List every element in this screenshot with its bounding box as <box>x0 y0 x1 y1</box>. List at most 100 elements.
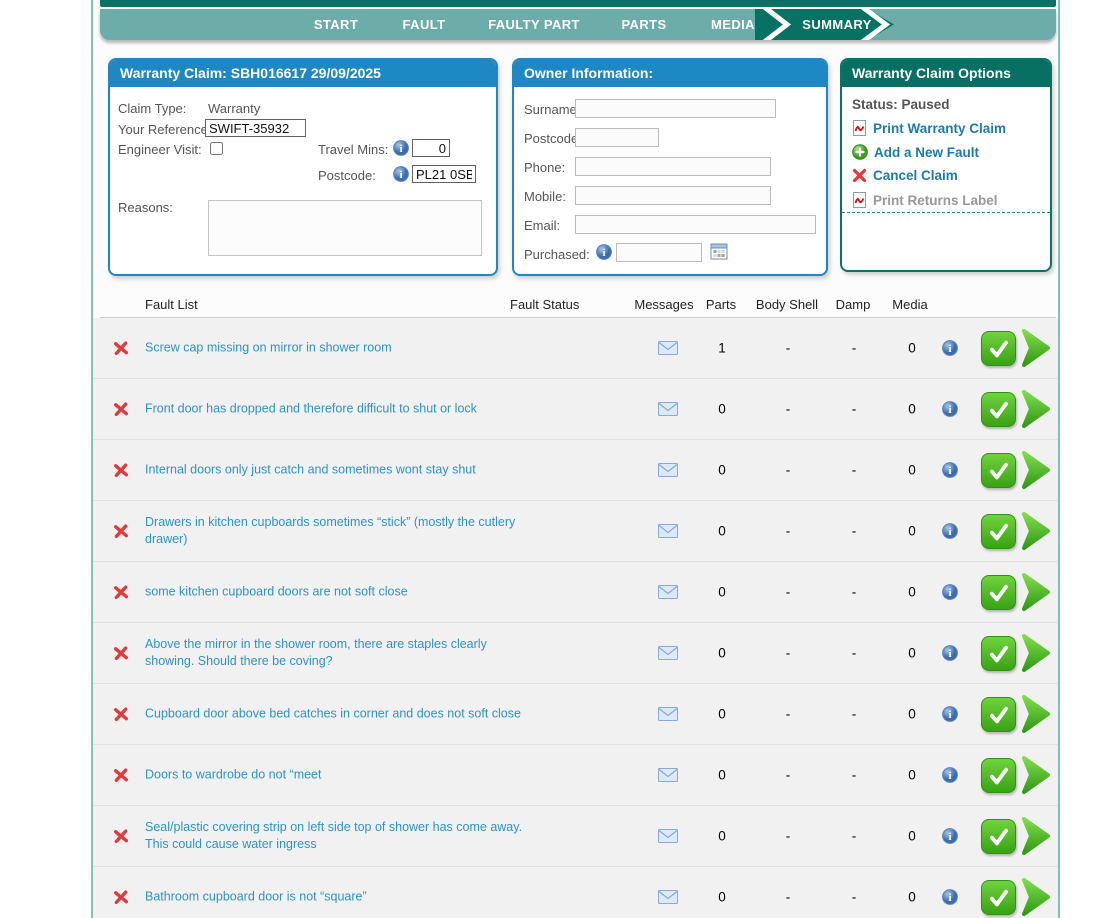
damp-value: - <box>852 463 857 478</box>
nav-step-parts[interactable]: PARTS <box>621 17 666 32</box>
open-fault-button[interactable] <box>1021 755 1051 795</box>
info-icon[interactable]: i <box>942 645 958 661</box>
fault-link[interactable]: Drawers in kitchen cupboards sometimes “… <box>145 514 523 548</box>
open-fault-button[interactable] <box>1021 877 1051 917</box>
delete-fault-icon[interactable] <box>113 340 129 356</box>
fault-link[interactable]: some kitchen cupboard doors are not soft… <box>145 584 523 601</box>
fault-link[interactable]: Internal doors only just catch and somet… <box>145 462 523 479</box>
print-warranty-claim-link[interactable]: Print Warranty Claim <box>852 120 1006 136</box>
complete-fault-button[interactable] <box>981 697 1016 732</box>
owner-postcode-input[interactable] <box>575 128 659 147</box>
header-bottom-strip <box>100 0 1056 7</box>
delete-fault-icon[interactable] <box>113 706 129 722</box>
info-icon[interactable]: i <box>942 340 958 356</box>
reasons-textarea[interactable] <box>208 200 482 256</box>
your-reference-input[interactable] <box>205 119 306 137</box>
travel-mins-info-icon[interactable]: i <box>393 140 409 156</box>
claim-status-text: Status: Paused <box>852 97 950 112</box>
messages-icon[interactable] <box>658 768 678 782</box>
checkmark-icon <box>987 886 1011 910</box>
purchased-input[interactable] <box>616 243 702 262</box>
mobile-input[interactable] <box>575 186 771 205</box>
open-fault-button[interactable] <box>1021 389 1051 429</box>
messages-icon[interactable] <box>658 585 678 599</box>
fault-link[interactable]: Cupboard door above bed catches in corne… <box>145 706 523 723</box>
complete-fault-button[interactable] <box>981 575 1016 610</box>
complete-fault-button[interactable] <box>981 819 1016 854</box>
purchased-label: Purchased: <box>524 247 590 262</box>
delete-fault-icon[interactable] <box>113 645 129 661</box>
purchased-info-icon[interactable]: i <box>596 244 612 260</box>
delete-fault-icon[interactable] <box>113 401 129 417</box>
info-icon[interactable]: i <box>942 767 958 783</box>
fault-link[interactable]: Screw cap missing on mirror in shower ro… <box>145 340 523 357</box>
messages-icon[interactable] <box>658 463 678 477</box>
parts-count: 0 <box>718 463 726 478</box>
fault-link[interactable]: Front door has dropped and therefore dif… <box>145 401 523 418</box>
delete-fault-icon[interactable] <box>113 828 129 844</box>
info-icon[interactable]: i <box>942 584 958 600</box>
open-fault-button[interactable] <box>1021 633 1051 673</box>
checkmark-icon <box>987 825 1011 849</box>
open-fault-button[interactable] <box>1021 694 1051 734</box>
complete-fault-button[interactable] <box>981 392 1016 427</box>
fault-link[interactable]: Bathroom cupboard door is not “square” <box>145 889 523 906</box>
info-icon[interactable]: i <box>942 889 958 905</box>
messages-icon[interactable] <box>658 829 678 843</box>
delete-fault-icon[interactable] <box>113 767 129 783</box>
body-shell-value: - <box>786 341 791 356</box>
open-fault-button[interactable] <box>1021 511 1051 551</box>
delete-fault-icon[interactable] <box>113 523 129 539</box>
email-input[interactable] <box>575 215 816 234</box>
info-icon[interactable]: i <box>942 401 958 417</box>
col-damp: Damp <box>836 297 871 312</box>
info-icon[interactable]: i <box>942 828 958 844</box>
open-fault-button[interactable] <box>1021 572 1051 612</box>
complete-fault-button[interactable] <box>981 880 1016 915</box>
nav-step-summary[interactable]: SUMMARY <box>802 17 871 32</box>
info-icon[interactable]: i <box>942 462 958 478</box>
fault-link[interactable]: Doors to wardrobe do not “meet <box>145 767 523 784</box>
claim-postcode-info-icon[interactable]: i <box>393 166 409 182</box>
complete-fault-button[interactable] <box>981 636 1016 671</box>
checkmark-icon <box>987 459 1011 483</box>
open-fault-button[interactable] <box>1021 450 1051 490</box>
messages-icon[interactable] <box>658 707 678 721</box>
messages-icon[interactable] <box>658 524 678 538</box>
print-returns-label-link[interactable]: Print Returns Label <box>852 192 998 208</box>
nav-step-fault[interactable]: FAULT <box>403 17 446 32</box>
checkmark-icon <box>987 581 1011 605</box>
add-new-fault-link[interactable]: Add a New Fault <box>852 144 979 160</box>
delete-fault-icon[interactable] <box>113 584 129 600</box>
delete-fault-icon[interactable] <box>113 462 129 478</box>
claim-postcode-input[interactable] <box>412 165 476 183</box>
warranty-claim-options-title: Warranty Claim Options <box>842 60 1050 87</box>
svg-text:i: i <box>948 343 951 355</box>
info-icon[interactable]: i <box>942 523 958 539</box>
nav-step-faulty-part[interactable]: FAULTY PART <box>488 17 580 32</box>
messages-icon[interactable] <box>658 890 678 904</box>
owner-information-panel: Owner Information: Surname: Postcode: Ph… <box>512 58 828 276</box>
phone-input[interactable] <box>575 157 771 176</box>
complete-fault-button[interactable] <box>981 514 1016 549</box>
fault-link[interactable]: Seal/plastic covering strip on left side… <box>145 819 523 853</box>
travel-mins-input[interactable] <box>412 139 450 157</box>
surname-input[interactable] <box>575 99 776 118</box>
complete-fault-button[interactable] <box>981 331 1016 366</box>
calendar-icon[interactable] <box>710 243 728 260</box>
open-fault-button[interactable] <box>1021 328 1051 368</box>
cancel-claim-link[interactable]: Cancel Claim <box>852 168 958 183</box>
complete-fault-button[interactable] <box>981 453 1016 488</box>
messages-icon[interactable] <box>658 646 678 660</box>
open-fault-button[interactable] <box>1021 816 1051 856</box>
fault-link[interactable]: Above the mirror in the shower room, the… <box>145 636 523 670</box>
delete-fault-icon[interactable] <box>113 889 129 905</box>
nav-step-media[interactable]: MEDIA <box>711 17 755 32</box>
engineer-visit-checkbox[interactable] <box>210 142 223 155</box>
complete-fault-button[interactable] <box>981 758 1016 793</box>
media-count: 0 <box>908 463 916 478</box>
messages-icon[interactable] <box>658 341 678 355</box>
nav-step-start[interactable]: START <box>314 17 358 32</box>
info-icon[interactable]: i <box>942 706 958 722</box>
messages-icon[interactable] <box>658 402 678 416</box>
